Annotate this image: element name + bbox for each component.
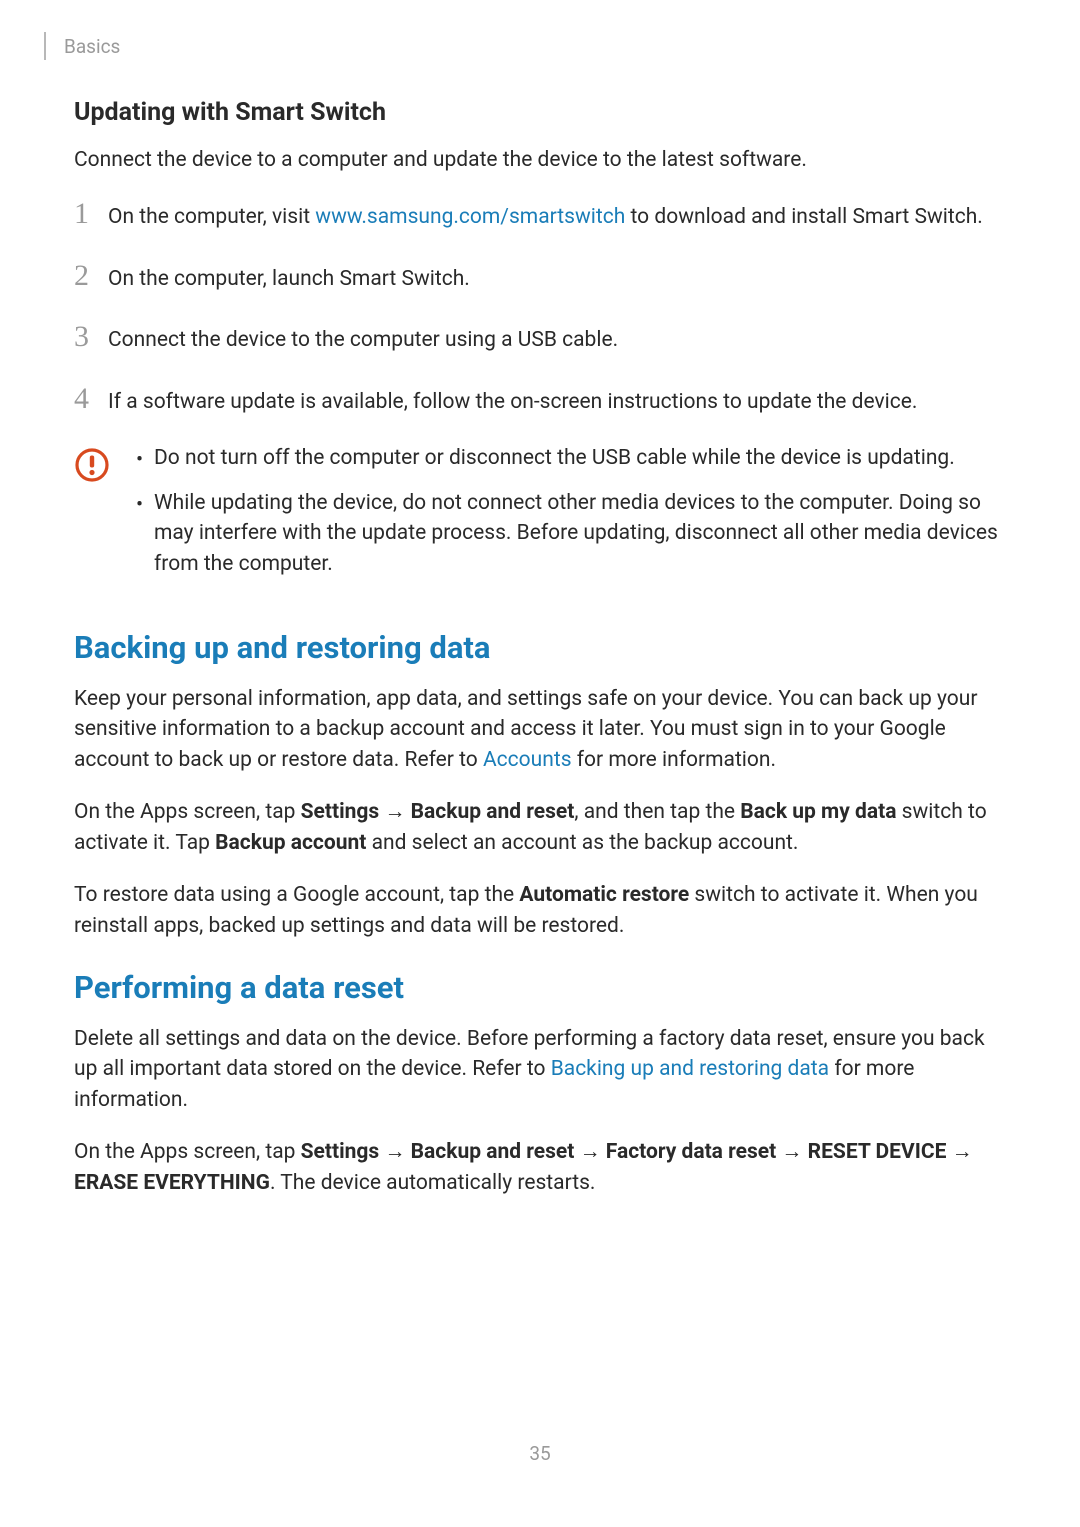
bullet-icon: • [136,443,154,475]
bold-backup-account: Backup account [215,831,366,855]
step-text: On the computer, launch Smart Switch. [108,259,470,294]
caution-text: While updating the device, do not connec… [154,488,1006,579]
bold-backup-reset: Backup and reset [411,800,575,824]
reset-p1: Delete all settings and data on the devi… [74,1024,1006,1115]
header-rule: Basics [44,32,1080,60]
text-segment: and select an account as the backup acco… [366,831,798,855]
bold-backup-my-data: Back up my data [740,800,896,824]
text-segment: , and then tap the [574,800,740,824]
step-text-post: to download and install Smart Switch. [625,205,982,229]
bold-automatic-restore: Automatic restore [519,883,689,907]
step-number: 3 [74,320,108,353]
step-number: 1 [74,197,108,230]
text-segment: To restore data using a Google account, … [74,883,519,907]
backup-p2: On the Apps screen, tap Settings → Backu… [74,797,1006,858]
step-4: 4 If a software update is available, fol… [74,382,1006,417]
caution-block: • Do not turn off the computer or discon… [74,443,1006,591]
bold-erase-everything: ERASE EVERYTHING [74,1171,270,1195]
caution-item: • While updating the device, do not conn… [136,488,1006,579]
step-2: 2 On the computer, launch Smart Switch. [74,259,1006,294]
arrow-icon: → [946,1140,972,1164]
text-segment: On the Apps screen, tap [74,800,301,824]
bold-factory-reset: Factory data reset [606,1140,776,1164]
breadcrumb: Basics [64,35,120,58]
arrow-icon: → [574,1140,605,1164]
page-number: 35 [0,1442,1080,1465]
backup-restore-link[interactable]: Backing up and restoring data [551,1057,829,1081]
step-3: 3 Connect the device to the computer usi… [74,320,1006,355]
text-segment: . The device automatically restarts. [270,1171,596,1195]
bold-reset-device: RESET DEVICE [808,1140,947,1164]
step-1: 1 On the computer, visit www.samsung.com… [74,197,1006,232]
smartswitch-link[interactable]: www.samsung.com/smartswitch [315,205,625,229]
bold-backup-reset: Backup and reset [411,1140,575,1164]
text-segment: On the Apps screen, tap [74,1140,301,1164]
bold-settings: Settings [301,1140,380,1164]
section-heading-reset: Performing a data reset [74,969,1006,1006]
arrow-icon: → [776,1140,807,1164]
step-text: Connect the device to the computer using… [108,320,618,355]
step-text-pre: On the computer, visit [108,205,315,229]
page-content: Updating with Smart Switch Connect the d… [0,98,1080,1198]
caution-icon [74,447,110,483]
step-text: On the computer, visit www.samsung.com/s… [108,197,983,232]
caution-text: Do not turn off the computer or disconne… [154,443,955,473]
intro-text: Connect the device to a computer and upd… [74,145,1006,175]
text-segment: for more information. [572,748,777,772]
step-number: 2 [74,259,108,292]
bold-settings: Settings [301,800,380,824]
step-text: If a software update is available, follo… [108,382,917,417]
reset-p2: On the Apps screen, tap Settings → Backu… [74,1137,1006,1198]
caution-item: • Do not turn off the computer or discon… [136,443,1006,475]
page-header: Basics [0,0,1080,98]
steps-list: 1 On the computer, visit www.samsung.com… [74,197,1006,417]
caution-list: • Do not turn off the computer or discon… [136,443,1006,591]
bullet-icon: • [136,488,154,520]
section-heading-backup: Backing up and restoring data [74,629,1006,666]
arrow-icon: → [379,1140,410,1164]
accounts-link[interactable]: Accounts [483,748,572,772]
step-number: 4 [74,382,108,415]
arrow-icon: → [379,800,410,824]
backup-p1: Keep your personal information, app data… [74,684,1006,775]
backup-p3: To restore data using a Google account, … [74,880,1006,941]
section-heading-smart-switch: Updating with Smart Switch [74,98,1006,127]
